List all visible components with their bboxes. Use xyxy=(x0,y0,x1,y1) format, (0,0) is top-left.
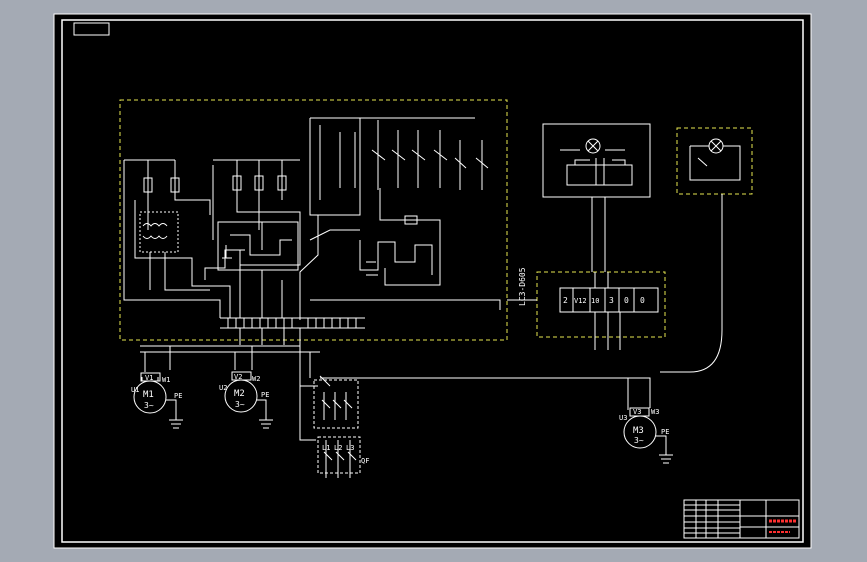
motor3-w-label: W3 xyxy=(651,408,659,416)
motor2-phase: 3~ xyxy=(235,400,245,409)
motor1-phase: 3~ xyxy=(144,401,154,410)
motor3-name: M3 xyxy=(633,426,644,436)
motor3-pe-label: PE xyxy=(661,428,669,436)
terminal-label-6: 0 xyxy=(640,296,645,305)
motor2-u-label: U2 xyxy=(219,384,227,392)
panel-model-label: LC3-D605 xyxy=(518,267,527,306)
terminal-label-1: 2 xyxy=(563,296,568,305)
motor1-name: M1 xyxy=(143,390,154,400)
motor2-pe-label: PE xyxy=(261,391,269,399)
cad-drawing: LC3-D605 M1 3~ U1 V1 W1 PE M2 3~ U2 V2 W… xyxy=(53,13,812,549)
motor1-v-label: V1 xyxy=(145,374,153,382)
motor2-name: M2 xyxy=(234,389,245,399)
motor3-u-label: U3 xyxy=(619,414,627,422)
l2-label: L2 xyxy=(334,444,342,452)
motor3-phase: 3~ xyxy=(634,436,644,445)
motor1-w-label: W1 xyxy=(162,376,170,384)
terminal-label-4: 3 xyxy=(609,296,614,305)
terminal-label-3: 10 xyxy=(591,297,599,305)
terminal-label-5: 0 xyxy=(624,296,629,305)
motor1-u-label: U1 xyxy=(131,386,139,394)
qf-label: QF xyxy=(361,457,369,465)
motor3-v-label: V3 xyxy=(633,408,641,416)
drawing-sheet xyxy=(53,13,812,549)
terminal-label-2: V12 xyxy=(574,297,587,305)
motor2-w-label: W2 xyxy=(252,375,260,383)
motor1-pe-label: PE xyxy=(174,392,182,400)
l3-label: L3 xyxy=(346,444,354,452)
l1-label: L1 xyxy=(322,444,330,452)
motor2-v-label: V2 xyxy=(234,373,242,381)
